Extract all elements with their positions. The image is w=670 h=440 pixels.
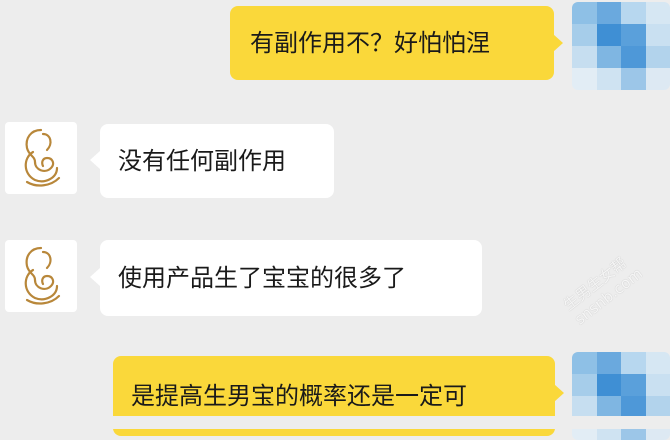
watermark: 生男生女帮 snsnb.com — [560, 250, 646, 329]
bubble-tail — [553, 34, 563, 52]
mother-baby-logo-icon — [24, 246, 61, 305]
message-text: 没有任何副作用 — [118, 147, 286, 175]
mother-baby-logo-icon — [24, 128, 61, 187]
bubble-tail — [90, 268, 100, 286]
message-text: 有副作用不？好怕怕涅 — [250, 29, 490, 57]
bottom-edge — [0, 416, 670, 429]
message-bubble[interactable]: 使用产品生了宝宝的很多了 — [100, 240, 482, 316]
bubble-tail — [554, 384, 564, 402]
avatar[interactable] — [572, 2, 670, 90]
message-bubble[interactable]: 没有任何副作用 — [100, 124, 334, 198]
avatar[interactable] — [5, 240, 77, 312]
message-bubble[interactable]: 有副作用不？好怕怕涅 — [230, 6, 554, 80]
pixelated-avatar-icon — [572, 2, 670, 90]
message-text: 是提高生男宝的概率还是一定可 — [131, 382, 467, 410]
message-text: 使用产品生了宝宝的很多了 — [118, 264, 406, 292]
bubble-tail — [90, 151, 100, 169]
avatar[interactable] — [5, 122, 77, 194]
